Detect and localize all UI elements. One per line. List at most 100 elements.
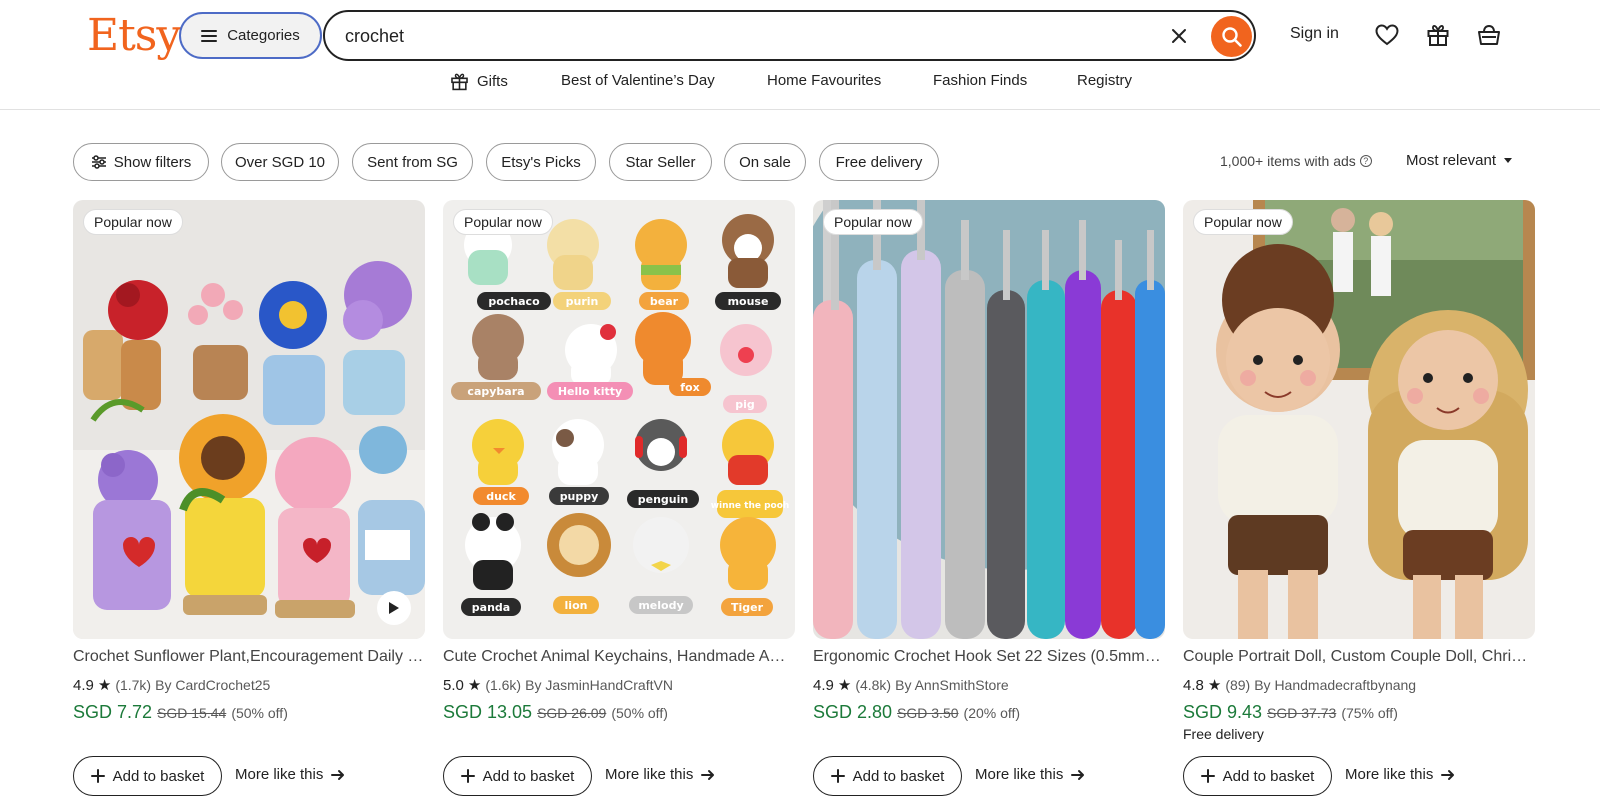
- more-like-this-link[interactable]: More like this: [235, 766, 345, 783]
- arrow-right-icon: [331, 769, 345, 780]
- shop-name[interactable]: By CardCrochet25: [155, 677, 270, 693]
- search-input[interactable]: [345, 22, 1125, 50]
- listing-image[interactable]: Popular now: [73, 200, 425, 639]
- image-label-text: capybara: [467, 385, 524, 398]
- shop-name[interactable]: By Handmadecraftbynang: [1254, 677, 1416, 693]
- help-icon[interactable]: ?: [1359, 155, 1372, 167]
- search-icon: [1221, 26, 1242, 47]
- add-to-basket-button[interactable]: Add to basket: [73, 756, 222, 796]
- filter-chip-free-delivery[interactable]: Free delivery: [819, 143, 939, 181]
- etsy-logo[interactable]: Etsy: [87, 8, 181, 64]
- caret-down-icon: [1504, 157, 1513, 163]
- discount-label: (20% off): [963, 705, 1021, 721]
- review-count: (4.8k): [855, 677, 892, 693]
- image-label-text: purin: [566, 295, 599, 308]
- popular-now-badge: Popular now: [83, 209, 183, 235]
- rating-row: 4.9 ★ (4.8k) By AnnSmithStore: [813, 676, 1009, 695]
- rating-row: 4.9 ★ (1.7k) By CardCrochet25: [73, 676, 270, 695]
- category-subnav: Gifts Best of Valentine’s Day Home Favou…: [0, 72, 1600, 102]
- play-video-icon[interactable]: [377, 591, 411, 625]
- subnav-item-gifts[interactable]: Gifts: [450, 72, 508, 91]
- listing-title[interactable]: Crochet Sunflower Plant,Encouragement Da…: [73, 648, 425, 666]
- results-count: 1,000+ items with ads ?: [1220, 153, 1372, 169]
- original-price: SGD 26.09: [537, 705, 607, 721]
- gift-mode-icon[interactable]: [1423, 20, 1453, 50]
- sign-in-link[interactable]: Sign in: [1290, 25, 1339, 43]
- listing-card: Popular now Crochet Sunflower Plant,Enco…: [73, 200, 425, 811]
- listing-card: Popular now Ergonomic Crochet Hook Set 2…: [813, 200, 1165, 811]
- results-count-text: 1,000+ items with ads: [1220, 153, 1356, 169]
- price-row: SGD 13.05 SGD 26.09 (50% off): [443, 702, 668, 723]
- more-like-this-link[interactable]: More like this: [1345, 766, 1455, 783]
- add-to-basket-button[interactable]: Add to basket: [813, 756, 962, 796]
- listing-image[interactable]: pochaco purin bear mouse capybara Hello …: [443, 200, 795, 639]
- arrow-right-icon: [1441, 769, 1455, 780]
- shop-name[interactable]: By JasminHandCraftVN: [525, 677, 673, 693]
- categories-button[interactable]: Categories: [179, 12, 322, 59]
- price-row: SGD 9.43 SGD 37.73 (75% off): [1183, 702, 1398, 723]
- price-row: SGD 7.72 SGD 15.44 (50% off): [73, 702, 288, 723]
- favorites-heart-icon[interactable]: [1372, 20, 1402, 50]
- filter-sliders-icon: [91, 155, 106, 169]
- more-like-this-label: More like this: [235, 766, 324, 783]
- image-label-text: melody: [638, 599, 683, 612]
- show-filters-button[interactable]: Show filters: [73, 143, 209, 181]
- discount-label: (50% off): [231, 705, 288, 721]
- rating-value: 5.0: [443, 676, 464, 694]
- subnav-item-home-favourites[interactable]: Home Favourites: [767, 72, 881, 89]
- more-like-this-link[interactable]: More like this: [605, 766, 715, 783]
- subnav-item-fashion-finds[interactable]: Fashion Finds: [933, 72, 1027, 89]
- popular-now-badge: Popular now: [823, 209, 923, 235]
- popular-now-badge: Popular now: [453, 209, 553, 235]
- add-to-basket-label: Add to basket: [1222, 767, 1315, 785]
- listing-card: pochaco purin bear mouse capybara Hello …: [443, 200, 795, 811]
- sale-price: SGD 9.43: [1183, 702, 1263, 722]
- subnav-item-registry[interactable]: Registry: [1077, 72, 1132, 89]
- search-box: [323, 10, 1256, 61]
- more-like-this-label: More like this: [605, 766, 694, 783]
- image-label-text: winne the pooh: [711, 501, 790, 511]
- listing-title[interactable]: Couple Portrait Doll, Custom Couple Doll…: [1183, 648, 1535, 666]
- plus-icon: [90, 769, 105, 783]
- filter-chip-sent-from-sg[interactable]: Sent from SG: [352, 143, 473, 181]
- discount-label: (50% off): [611, 705, 668, 721]
- sale-price: SGD 2.80: [813, 702, 893, 722]
- shop-name[interactable]: By AnnSmithStore: [895, 677, 1009, 693]
- rating-value: 4.9: [73, 676, 94, 694]
- image-label-text: penguin: [638, 493, 688, 506]
- original-price: SGD 15.44: [157, 705, 227, 721]
- image-label-text: mouse: [728, 295, 769, 308]
- add-to-basket-button[interactable]: Add to basket: [1183, 756, 1332, 796]
- listing-title[interactable]: Cute Crochet Animal Keychains, Handmade …: [443, 648, 795, 666]
- search-button[interactable]: [1211, 16, 1252, 57]
- gift-icon: [451, 73, 468, 91]
- add-to-basket-label: Add to basket: [852, 767, 945, 785]
- arrow-right-icon: [701, 769, 715, 780]
- listing-image[interactable]: Popular now: [1183, 200, 1535, 639]
- add-to-basket-label: Add to basket: [112, 767, 205, 785]
- add-to-basket-button[interactable]: Add to basket: [443, 756, 592, 796]
- filter-chip-on-sale[interactable]: On sale: [724, 143, 806, 181]
- image-label-text: pig: [735, 398, 755, 411]
- filter-chip-star-seller[interactable]: Star Seller: [609, 143, 712, 181]
- more-like-this-link[interactable]: More like this: [975, 766, 1085, 783]
- plus-icon: [830, 769, 845, 783]
- filter-chip-over-sgd-10[interactable]: Over SGD 10: [221, 143, 339, 181]
- sort-label: Most relevant: [1406, 152, 1497, 169]
- filter-chip-etsys-picks[interactable]: Etsy's Picks: [486, 143, 596, 181]
- clear-search-icon[interactable]: [1167, 24, 1191, 48]
- categories-label: Categories: [227, 27, 300, 44]
- menu-icon: [201, 29, 218, 42]
- star-icon: ★: [837, 677, 852, 694]
- rating-row: 4.8 ★ (89) By Handmadecraftbynang: [1183, 676, 1416, 695]
- arrow-right-icon: [1071, 769, 1085, 780]
- listing-title[interactable]: Ergonomic Crochet Hook Set 22 Sizes (0.5…: [813, 648, 1165, 666]
- image-label-text: Tiger: [731, 601, 764, 614]
- plus-icon: [460, 769, 475, 783]
- sort-dropdown[interactable]: Most relevant: [1406, 152, 1513, 169]
- listing-image[interactable]: Popular now: [813, 200, 1165, 639]
- basket-icon[interactable]: [1474, 20, 1504, 50]
- subnav-item-valentines[interactable]: Best of Valentine’s Day: [561, 72, 715, 89]
- rating-row: 5.0 ★ (1.6k) By JasminHandCraftVN: [443, 676, 673, 695]
- site-header: Etsy Categories Sign in Gifts Best of Va…: [0, 0, 1600, 110]
